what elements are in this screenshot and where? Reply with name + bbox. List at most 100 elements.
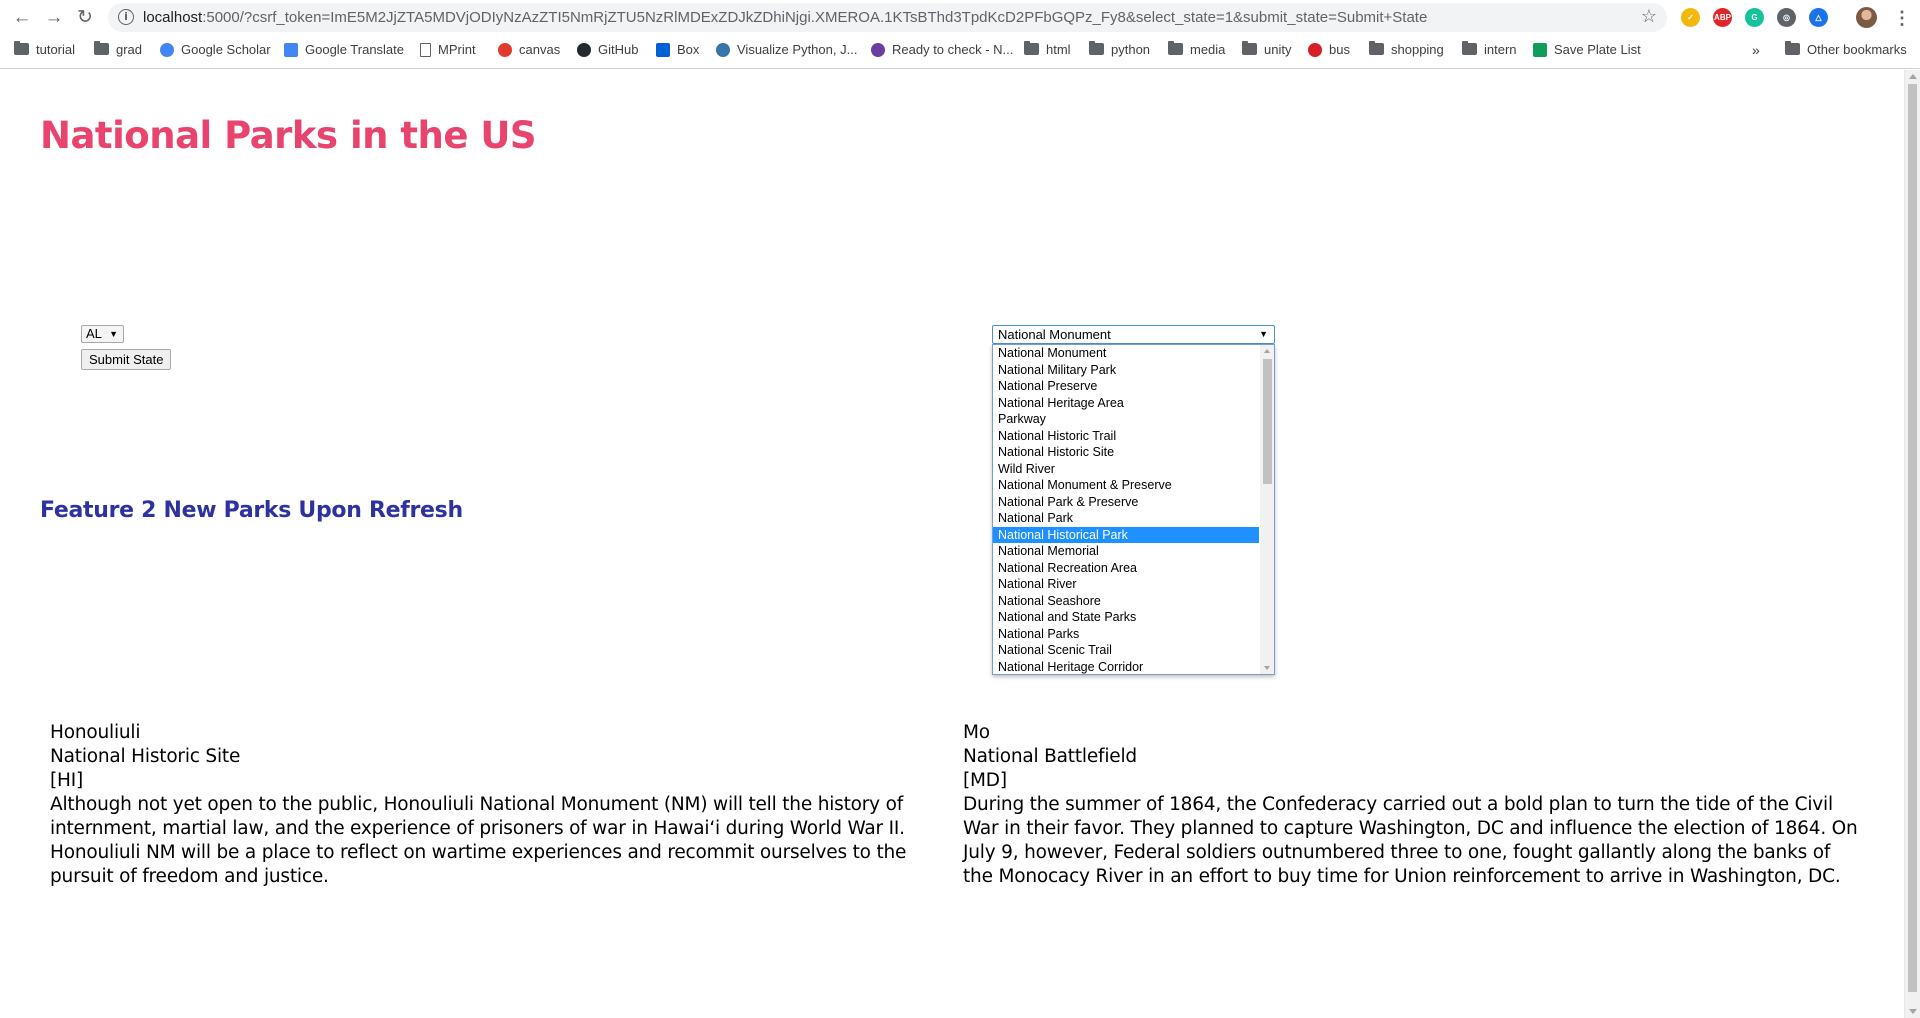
park-type-select-value: National Monument <box>998 327 1111 342</box>
park-state: [HI] <box>50 770 84 791</box>
folder-icon <box>1089 41 1104 55</box>
grammarly-icon[interactable]: G <box>1745 8 1764 27</box>
dropdown-scroll-thumb[interactable] <box>1263 359 1272 484</box>
dropdown-option[interactable]: National Monument <box>993 345 1259 362</box>
folder-icon <box>1242 41 1257 55</box>
park-name: Honouliuli <box>50 722 141 743</box>
dropdown-option[interactable]: National Heritage Corridor <box>993 659 1259 675</box>
bookmark-visualize-python-j[interactable]: Visualize Python, J... <box>716 40 857 60</box>
bookmark-intern[interactable]: intern <box>1462 40 1517 60</box>
address-bar[interactable]: i localhost:5000/?csrf_token=ImE5M2JjZTA… <box>108 3 1667 32</box>
dropdown-option[interactable]: National Scenic Trail <box>993 642 1259 659</box>
favicon-icon <box>284 43 298 57</box>
browser-chrome: ← → ↻ i localhost:5000/?csrf_token=ImE5M… <box>0 0 1920 69</box>
dropdown-option[interactable]: National Memorial <box>993 543 1259 560</box>
url-text[interactable]: localhost:5000/?csrf_token=ImE5M2JjZTA5M… <box>143 8 1427 27</box>
site-info-icon[interactable]: i <box>118 9 134 25</box>
norton-icon[interactable]: ✓ <box>1681 8 1700 27</box>
bookmark-grad[interactable]: grad <box>94 40 142 60</box>
folder-icon <box>1369 41 1384 55</box>
dropdown-option[interactable]: Parkway <box>993 411 1259 428</box>
scroll-down-arrow-icon[interactable] <box>1909 1009 1917 1014</box>
bookmark-label: tutorial <box>36 42 76 57</box>
favicon-icon <box>716 43 730 57</box>
bookmark-bus[interactable]: bus <box>1308 40 1350 60</box>
bookmark-github[interactable]: GitHub <box>577 40 638 60</box>
bookmark-label: intern <box>1484 42 1517 57</box>
bookmark-unity[interactable]: unity <box>1242 40 1291 60</box>
dropdown-option[interactable]: National River <box>993 576 1259 593</box>
dropdown-option[interactable]: National Park <box>993 510 1259 527</box>
page-scrollbar[interactable] <box>1904 70 1920 1018</box>
bookmark-label: grad <box>116 42 143 57</box>
bookmark-label: canvas <box>519 42 561 57</box>
dropdown-option[interactable]: National Park & Preserve <box>993 494 1259 511</box>
state-select[interactable]: AL ▼ <box>81 325 124 343</box>
extension-icon[interactable]: ◎ <box>1777 8 1796 27</box>
dropdown-option[interactable]: National Seashore <box>993 593 1259 610</box>
bookmark-label: unity <box>1264 42 1292 57</box>
park-type: National Battlefield <box>963 746 1137 767</box>
other-bookmarks[interactable]: Other bookmarks <box>1785 40 1907 60</box>
bookmark-star-icon[interactable]: ☆ <box>1641 6 1657 27</box>
dropdown-option[interactable]: National Preserve <box>993 378 1259 395</box>
back-arrow-icon[interactable]: ← <box>10 6 34 30</box>
park-card-left: Honouliuli National Historic Site [HI] A… <box>50 721 942 889</box>
dropdown-option[interactable]: National Heritage Area <box>993 395 1259 412</box>
bookmarks-overflow-icon[interactable]: » <box>1752 40 1760 60</box>
submit-state-button[interactable]: Submit State <box>81 349 172 370</box>
page-title: National Parks in the US <box>40 114 537 157</box>
bookmark-save-plate-list[interactable]: Save Plate List <box>1533 40 1641 60</box>
dropdown-scrollbar[interactable] <box>1260 345 1274 674</box>
bookmark-label: Visualize Python, J... <box>737 42 858 57</box>
bookmark-label: Google Translate <box>305 42 405 57</box>
folder-icon <box>1024 41 1039 55</box>
forward-arrow-icon[interactable]: → <box>42 6 66 30</box>
bookmark-html[interactable]: html <box>1024 40 1071 60</box>
dropdown-option[interactable]: National Historical Park <box>993 526 1259 543</box>
park-name: Mo <box>963 722 990 743</box>
other-bookmarks-label: Other bookmarks <box>1807 42 1907 57</box>
favicon-icon <box>1308 43 1322 57</box>
dropdown-option[interactable]: National Historic Trail <box>993 428 1259 445</box>
bookmark-label: html <box>1046 42 1071 57</box>
favicon-icon <box>160 43 174 57</box>
bookmark-label: bus <box>1329 42 1350 57</box>
park-type-dropdown-list[interactable]: National Monument National Military Park N… <box>992 344 1275 675</box>
bookmarks-bar: » Other bookmarks tutorial grad Google Sch… <box>0 38 1920 62</box>
dropdown-option[interactable]: National and State Parks <box>993 609 1259 626</box>
bookmark-label: Ready to check - N... <box>892 42 1014 57</box>
drive-icon[interactable]: △ <box>1809 8 1828 27</box>
dropdown-option[interactable]: National Recreation Area <box>993 560 1259 577</box>
scroll-up-arrow-icon[interactable] <box>1264 349 1270 353</box>
bookmark-label: python <box>1111 42 1151 57</box>
dropdown-option[interactable]: National Military Park <box>993 362 1259 379</box>
dropdown-option[interactable]: National Parks <box>993 626 1259 643</box>
bookmark-python[interactable]: python <box>1089 40 1150 60</box>
bookmark-ready-to-check-n[interactable]: Ready to check - N... <box>871 40 1013 60</box>
adblock-icon[interactable]: ABP <box>1713 8 1732 27</box>
park-type-select[interactable]: National Monument ▼ <box>992 325 1275 344</box>
bookmark-media[interactable]: media <box>1168 40 1225 60</box>
folder-icon <box>1462 41 1477 55</box>
scroll-down-arrow-icon[interactable] <box>1264 666 1270 670</box>
reload-icon[interactable]: ↻ <box>73 6 97 30</box>
bookmark-google-scholar[interactable]: Google Scholar <box>160 40 271 60</box>
browser-menu-icon[interactable]: ⋮ <box>1893 6 1911 30</box>
profile-avatar[interactable] <box>1856 7 1877 28</box>
dropdown-option[interactable]: National Monument & Preserve <box>993 477 1259 494</box>
bookmark-shopping[interactable]: shopping <box>1369 40 1444 60</box>
dropdown-option[interactable]: National Historic Site <box>993 444 1259 461</box>
bookmark-box[interactable]: Box <box>656 40 699 60</box>
bookmark-tutorial[interactable]: tutorial <box>14 40 75 60</box>
scroll-thumb[interactable] <box>1908 84 1917 992</box>
bookmark-canvas[interactable]: canvas <box>498 40 560 60</box>
favicon-icon <box>871 43 885 57</box>
dropdown-option[interactable]: Wild River <box>993 461 1259 478</box>
bookmark-label: MPrint <box>438 42 476 57</box>
bookmark-mprint[interactable]: MPrint <box>420 40 476 60</box>
bookmark-google-translate[interactable]: Google Translate <box>284 40 404 60</box>
browser-toolbar: ← → ↻ i localhost:5000/?csrf_token=ImE5M… <box>0 0 1920 36</box>
favicon-icon <box>656 43 670 57</box>
scroll-up-arrow-icon[interactable] <box>1909 74 1917 79</box>
